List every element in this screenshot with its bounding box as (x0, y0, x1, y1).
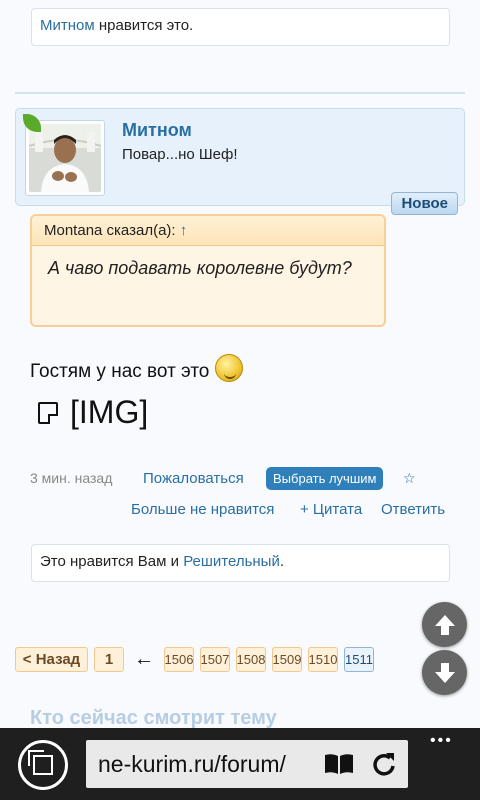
post-username[interactable]: Митном (122, 120, 192, 141)
quote-block: Montana сказал(а): ↑ А чаво подавать кор… (30, 214, 386, 327)
arrow-down-icon (434, 662, 455, 683)
forum-page: Митном нравится это. Митном Повар...но Ш… (0, 0, 480, 800)
quote-text: А чаво подавать королевне будут? (48, 258, 352, 278)
quote-link[interactable]: + Цитата (300, 501, 362, 518)
post-time[interactable]: 3 мин. назад (30, 470, 112, 486)
scroll-down-button[interactable] (422, 650, 467, 695)
current-page: 1511 (344, 647, 374, 672)
new-badge: Новое (391, 192, 458, 215)
user-title: Повар...но Шеф! (122, 146, 238, 163)
refresh-icon[interactable] (370, 750, 398, 778)
address-bar[interactable]: ne-kurim.ru/forum/ (86, 740, 408, 788)
browser-toolbar: ne-kurim.ru/forum/ ••• (0, 728, 480, 800)
document-icon (38, 401, 58, 424)
post-message: Гостям у нас вот это (30, 354, 243, 386)
page-link[interactable]: 1509 (272, 647, 302, 672)
more-menu-icon[interactable]: ••• (430, 732, 453, 750)
likes-text: нравится это. (94, 17, 194, 34)
avatar-image (29, 124, 101, 192)
url-text: ne-kurim.ru/forum/ (98, 751, 286, 777)
pagination: < Назад 1 ← 1506 1507 1508 1509 1510 151… (15, 647, 374, 672)
unlike-link[interactable]: Больше не нравится (131, 501, 274, 518)
tabs-button[interactable] (18, 740, 68, 790)
page-link[interactable]: 1510 (308, 647, 338, 672)
ellipsis-arrow-icon: ← (134, 648, 154, 670)
scroll-up-button[interactable] (422, 602, 467, 647)
likes-prefix: Это нравится Вам и (40, 553, 184, 570)
reading-view-icon[interactable] (324, 753, 354, 775)
reply-link[interactable]: Ответить (381, 501, 445, 518)
page-first[interactable]: 1 (94, 647, 124, 672)
likes-summary-top: Митном нравится это. (31, 8, 450, 46)
star-icon[interactable]: ☆ (403, 470, 416, 487)
post-divider (15, 92, 465, 94)
prev-page-button[interactable]: < Назад (15, 647, 88, 672)
section-title: Кто сейчас смотрит тему (30, 707, 277, 729)
wink-smiley-icon (214, 354, 243, 382)
post-author-block: Митном Повар...но Шеф! Новое (15, 108, 465, 215)
image-placeholder[interactable]: [IMG] (38, 394, 148, 431)
tabs-icon (28, 750, 53, 775)
quote-author: Montana сказал(а): (44, 222, 176, 239)
likes-summary-bottom: Это нравится Вам и Решительный. (31, 544, 450, 582)
message-text: Гостям у нас вот это (30, 361, 210, 383)
arrow-up-icon (434, 614, 455, 635)
jump-to-quote-icon[interactable]: ↑ (180, 222, 188, 239)
quote-header: Montana сказал(а): ↑ (32, 216, 384, 246)
page-link[interactable]: 1508 (236, 647, 266, 672)
best-answer-button[interactable]: Выбрать лучшим (266, 467, 384, 490)
page-link[interactable]: 1506 (164, 647, 194, 672)
liker-link[interactable]: Митном (40, 17, 95, 34)
likes-suffix: . (279, 553, 285, 570)
liker-link[interactable]: Решительный (183, 553, 280, 570)
image-placeholder-text: [IMG] (70, 394, 149, 430)
report-link[interactable]: Пожаловаться (143, 470, 244, 487)
page-link[interactable]: 1507 (200, 647, 230, 672)
